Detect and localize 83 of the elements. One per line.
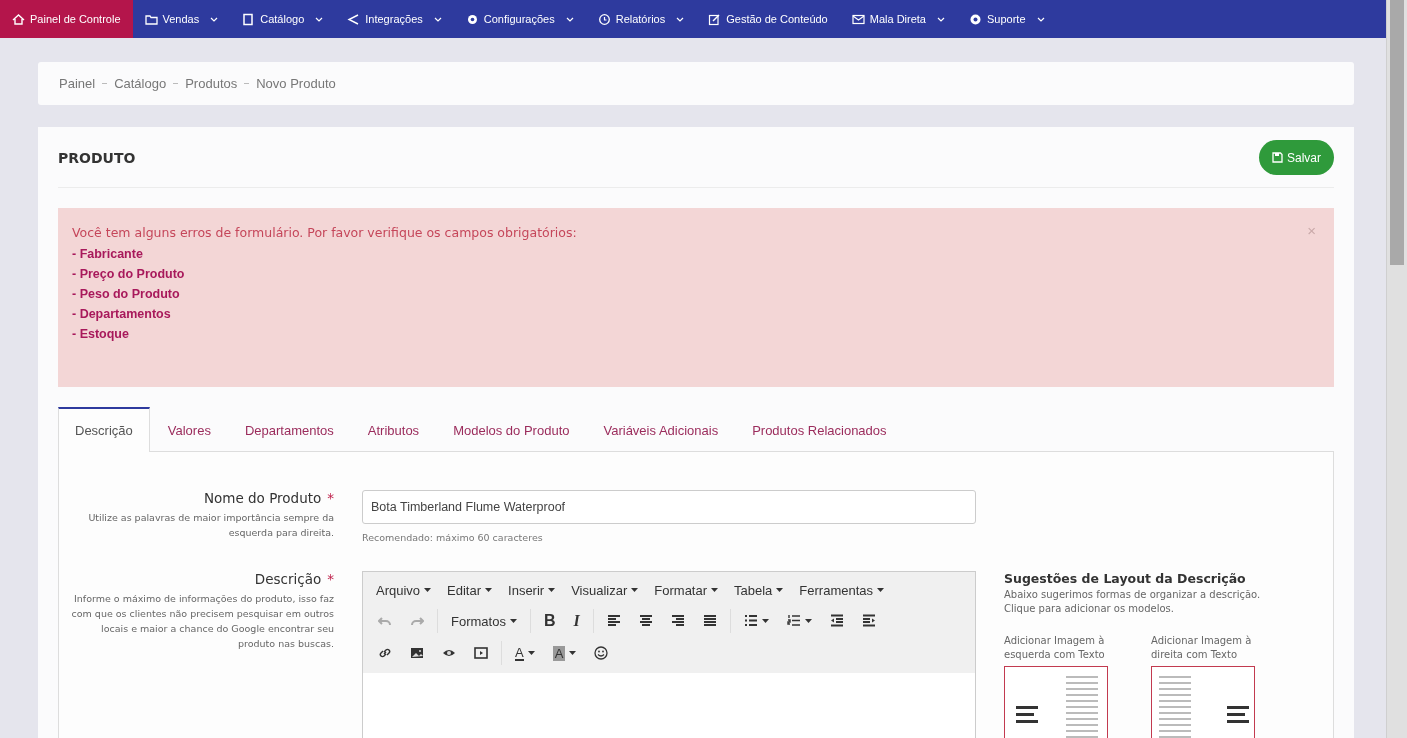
align-justify-icon <box>702 614 717 628</box>
toolbar-button[interactable]: A <box>506 641 544 665</box>
editor-menu-item[interactable]: Visualizar <box>564 582 648 598</box>
save-button[interactable]: Salvar <box>1259 140 1334 175</box>
nav-menu-item[interactable]: Suporte <box>957 0 1057 38</box>
breadcrumb-link[interactable]: Produtos <box>185 76 238 91</box>
nav-menu-item[interactable]: Gestão de Conteúdo <box>696 0 840 38</box>
scrollbar[interactable] <box>1386 0 1407 738</box>
editor-menu-item[interactable]: Tabela <box>727 582 793 598</box>
redo-icon <box>410 614 424 628</box>
nav-menu-item[interactable]: Mala Direta <box>839 0 957 38</box>
outdent-icon <box>829 614 844 628</box>
editor-menu-item[interactable]: Ferramentas <box>792 582 894 598</box>
nav-menu-item[interactable]: Vendas <box>132 0 231 38</box>
card-title: PRODUTO <box>58 149 136 166</box>
required-mark: * <box>327 490 334 506</box>
template-label[interactable]: Adicionar Imagem à esquerda com Texto <box>1004 634 1129 662</box>
tab[interactable]: Descrição <box>58 407 150 452</box>
editor-menu-item[interactable]: Editar <box>440 582 502 598</box>
caret-icon <box>711 588 719 592</box>
align-center-icon <box>638 614 653 628</box>
indent-icon <box>861 614 876 628</box>
tab[interactable]: Modelos do Produto <box>437 407 586 451</box>
nav-menu-item[interactable]: Catálogo <box>230 0 336 38</box>
share-icon <box>347 12 361 26</box>
tab[interactable]: Valores <box>151 407 227 451</box>
missing-field-text: - Preço do Produto <box>72 266 186 283</box>
caret-icon <box>877 588 885 592</box>
image-icon <box>410 646 424 660</box>
align-right-icon <box>670 614 685 628</box>
missing-field-text: - Peso do Produto <box>72 286 181 303</box>
book-icon <box>242 12 256 26</box>
nav-menu-item[interactable]: Integrações <box>335 0 454 38</box>
align-left-icon <box>606 614 621 628</box>
suggestions-text: Abaixo sugerimos formas de organizar a descrição. Clique para adicionar os modelos. <box>1004 588 1262 616</box>
breadcrumb-link[interactable]: Novo Produto <box>256 76 336 91</box>
tab[interactable]: Produtos Relacionados <box>736 407 903 451</box>
alert-message: Você tem alguns erros de formulário. Por favor verifique os campos obrigatórios: <box>72 225 577 240</box>
smiley-icon <box>594 646 609 660</box>
nav-menu-item[interactable]: Painel de Controle <box>0 0 133 38</box>
lifebuoy-icon <box>969 12 982 26</box>
tab[interactable]: Departamentos <box>228 407 350 451</box>
home-icon <box>12 12 25 26</box>
missing-field-text: - Fabricante <box>72 246 144 263</box>
link-icon <box>378 646 392 660</box>
field-help-text: Informe o máximo de informações do produto, isso faz com que os clientes não precisem pesquisar em outros locais e maior a chance do Google encontrar seu produto nas buscas. <box>70 592 334 651</box>
nav-menu-item[interactable]: Relatórios <box>585 0 697 38</box>
caret-icon <box>424 588 432 592</box>
tab[interactable]: Atributos <box>351 407 436 451</box>
media-icon <box>474 646 488 660</box>
settings-icon <box>465 12 479 26</box>
toolbar-button[interactable]: I <box>564 609 589 633</box>
field-label: Descrição <box>254 571 322 587</box>
toolbar-button[interactable]: A <box>543 641 586 665</box>
nav-menu-item[interactable]: Configurações <box>453 0 586 38</box>
toolbar-button[interactable]: B <box>534 609 565 633</box>
suggestions-title: Sugestões de Layout da Descrição <box>1004 571 1247 586</box>
edit-icon <box>708 12 722 26</box>
missing-field-text: - Departamentos <box>72 306 172 323</box>
clock-icon <box>597 12 611 26</box>
tab[interactable]: Variáveis Adicionais <box>587 407 735 451</box>
folder-icon <box>144 12 158 26</box>
caret-icon <box>548 588 556 592</box>
undo-icon <box>378 614 392 628</box>
caret-icon <box>485 588 493 592</box>
breadcrumb-link[interactable]: Painel <box>59 76 96 91</box>
editor-menu-item[interactable]: Inserir <box>501 582 565 598</box>
caret-icon <box>776 588 784 592</box>
editor-menu-item[interactable]: Formatar <box>647 582 728 598</box>
breadcrumb-link[interactable]: Catálogo <box>114 76 167 91</box>
editor-menu-item[interactable]: Arquivo <box>369 582 441 598</box>
field-label: Nome do Produto <box>203 490 322 506</box>
template-label[interactable]: Adicionar Imagem à direita com Texto <box>1151 634 1276 662</box>
caret-icon <box>631 588 639 592</box>
required-mark: * <box>327 571 334 587</box>
envelope-icon <box>851 12 865 26</box>
field-hint: Recomendado: máximo 60 caracteres <box>362 532 544 543</box>
bullet-list-icon <box>743 614 758 628</box>
field-help-text: Utilize as palavras de maior importância sempre da esquerda para direita. <box>87 511 334 540</box>
product-name-field[interactable]: Bota Timberland Flume Waterproof <box>362 490 976 524</box>
numbered-list-icon <box>786 614 801 628</box>
toolbar-button[interactable]: Formatos <box>442 609 526 633</box>
missing-field-text: - Estoque <box>72 326 130 343</box>
